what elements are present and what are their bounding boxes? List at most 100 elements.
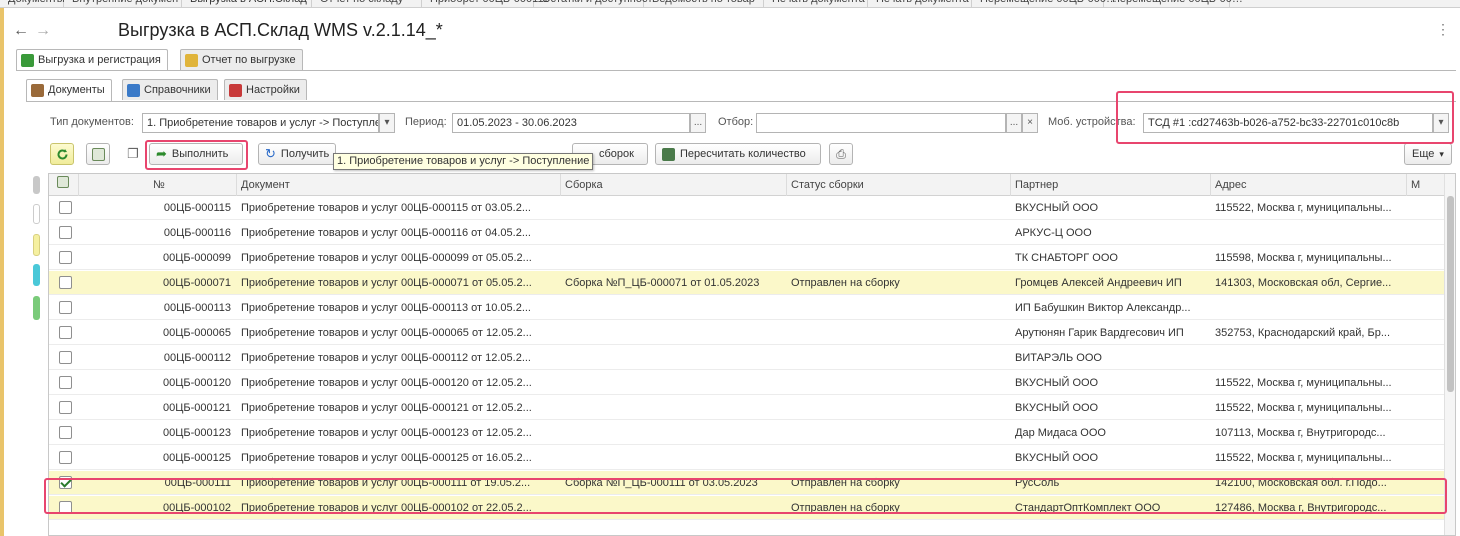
- tab-label: Документы: [48, 84, 105, 96]
- tab-export-report[interactable]: Отчет по выгрузке: [180, 49, 303, 70]
- row-checkbox[interactable]: [59, 301, 72, 314]
- doc-type-tooltip: 1. Приобретение товаров и услуг -> Посту…: [333, 153, 594, 170]
- cell-assembly: [561, 346, 787, 370]
- table-row[interactable]: 00ЦБ-000099 Приобретение товаров и услуг …: [49, 246, 1445, 270]
- column-number[interactable]: №: [79, 174, 237, 196]
- window-tab[interactable]: Перемещение 00ЦБ-00…: [1104, 0, 1243, 7]
- table-row[interactable]: 00ЦБ-000116 Приобретение товаров и услуг …: [49, 221, 1445, 245]
- tab-export-registration[interactable]: Выгрузка и регистрация: [16, 49, 168, 71]
- row-checkbox[interactable]: [59, 226, 72, 239]
- table-row[interactable]: 00ЦБ-000121 Приобретение товаров и услуг …: [49, 396, 1445, 420]
- print-button[interactable]: ⎙: [829, 143, 853, 165]
- window-tab[interactable]: Перемещение 00ЦБ-000…: [972, 0, 1117, 7]
- cell-partner: Дар Мидаса ООО: [1015, 427, 1106, 439]
- table-row[interactable]: 00ЦБ-000115 Приобретение товаров и услуг …: [49, 196, 1445, 220]
- column-assembly-status[interactable]: Статус сборки: [787, 174, 1011, 196]
- cell-number: 00ЦБ-000111: [164, 477, 231, 489]
- column-address[interactable]: Адрес: [1211, 174, 1407, 196]
- window-tab[interactable]: Остатки и доступност: [534, 0, 652, 7]
- report-icon: [185, 53, 198, 67]
- table-row[interactable]: 00ЦБ-000123 Приобретение товаров и услуг …: [49, 421, 1445, 445]
- receive-button[interactable]: ↻ Получить: [258, 143, 336, 165]
- window-tab[interactable]: Внутренние докумен: [64, 0, 182, 7]
- row-checkbox[interactable]: [59, 401, 72, 414]
- cell-assembly-status: [787, 371, 1011, 395]
- table-row[interactable]: 00ЦБ-000113 Приобретение товаров и услуг …: [49, 296, 1445, 320]
- tab-label: Настройки: [246, 83, 300, 96]
- doc-type-label: Тип документов:: [50, 116, 134, 128]
- more-button[interactable]: Еще ▾: [1404, 143, 1452, 165]
- column-m[interactable]: М: [1407, 174, 1445, 196]
- cell-number: 00ЦБ-000113: [163, 302, 231, 314]
- doc-type-select[interactable]: 1. Приобретение товаров и услуг -> Посту…: [142, 113, 379, 133]
- row-checkbox[interactable]: [59, 426, 72, 439]
- indicator-green: [33, 296, 40, 320]
- cell-partner: ВКУСНЫЙ ООО: [1015, 402, 1099, 414]
- window-tab[interactable]: Документы: [0, 0, 65, 7]
- table-row[interactable]: 00ЦБ-000102 Приобретение товаров и услуг …: [49, 496, 1445, 520]
- window-tab[interactable]: Ведомость по товар: [644, 0, 764, 7]
- table-row[interactable]: 00ЦБ-000111 Приобретение товаров и услуг …: [49, 471, 1445, 495]
- table-row[interactable]: 00ЦБ-000071 Приобретение товаров и услуг …: [49, 271, 1445, 295]
- column-assembly[interactable]: Сборка: [561, 174, 787, 196]
- execute-button[interactable]: ➦ Выполнить: [149, 143, 243, 165]
- more-vertical-icon[interactable]: ⋮: [1436, 21, 1450, 38]
- forward-arrow-icon[interactable]: →: [34, 23, 52, 41]
- filter-clear-button[interactable]: ×: [1022, 113, 1038, 133]
- documents-table[interactable]: № Документ Сборка Статус сборки Партнер …: [48, 173, 1456, 536]
- row-checkbox[interactable]: [59, 451, 72, 464]
- recalc-quantity-button[interactable]: Пересчитать количество: [655, 143, 821, 165]
- table-row[interactable]: 00ЦБ-000120 Приобретение товаров и услуг …: [49, 371, 1445, 395]
- doc-type-dropdown-button[interactable]: ▾: [379, 113, 395, 133]
- row-checkbox[interactable]: [59, 476, 72, 489]
- cell-address: 115598, Москва г, муниципальны...: [1215, 252, 1392, 264]
- back-arrow-icon[interactable]: ←: [12, 23, 30, 41]
- column-document[interactable]: Документ: [237, 174, 561, 196]
- tab-label: Справочники: [144, 83, 211, 96]
- table-row[interactable]: 00ЦБ-000112 Приобретение товаров и услуг …: [49, 346, 1445, 370]
- window-tab[interactable]: Приобрет 00ЦБ-000111: [422, 0, 549, 7]
- window-tab[interactable]: Отчет по складу: [312, 0, 422, 7]
- refresh-button[interactable]: [50, 143, 74, 165]
- row-checkbox[interactable]: [59, 251, 72, 264]
- column-partner[interactable]: Партнер: [1011, 174, 1211, 196]
- row-checkbox[interactable]: [59, 501, 72, 514]
- tab-documents[interactable]: Документы: [26, 79, 112, 101]
- recalc-icon: [662, 147, 675, 161]
- cell-document: Приобретение товаров и услуг 00ЦБ-000112…: [241, 352, 531, 364]
- filter-select-button[interactable]: ...: [1006, 113, 1022, 133]
- select-all-column[interactable]: [49, 174, 79, 196]
- tab-label: Отчет по выгрузке: [202, 53, 296, 66]
- device-select[interactable]: ТСД #1 :cd27463b-b026-a752-bc33-22701c01…: [1143, 113, 1433, 133]
- tab-directories[interactable]: Справочники: [122, 79, 218, 100]
- arrow-right-icon: ➦: [156, 146, 167, 161]
- table-row[interactable]: 00ЦБ-000065 Приобретение товаров и услуг …: [49, 321, 1445, 345]
- tab-settings[interactable]: Настройки: [224, 79, 307, 100]
- vertical-scrollbar[interactable]: [1444, 174, 1455, 535]
- device-dropdown-button[interactable]: ▾: [1433, 113, 1449, 133]
- period-select-button[interactable]: ...: [690, 113, 706, 133]
- window-tab[interactable]: Печать документа: [764, 0, 868, 7]
- window-tab[interactable]: Выгрузка в АСП.Склад: [182, 0, 312, 7]
- period-input[interactable]: 01.05.2023 - 30.06.2023: [452, 113, 690, 133]
- scrollbar-thumb[interactable]: [1447, 196, 1454, 392]
- left-accent-bar: [0, 8, 4, 536]
- assemblies-label: сборок: [599, 148, 634, 160]
- row-checkbox[interactable]: [59, 376, 72, 389]
- row-checkbox[interactable]: [59, 201, 72, 214]
- execute-label: Выполнить: [171, 148, 229, 160]
- cell-address: 115522, Москва г, муниципальны...: [1215, 402, 1392, 414]
- row-checkbox[interactable]: [59, 276, 72, 289]
- filter-input[interactable]: [756, 113, 1006, 133]
- row-checkbox[interactable]: [59, 351, 72, 364]
- tab-divider: [16, 70, 1456, 71]
- window-tab[interactable]: Печать документа: [868, 0, 972, 7]
- copy-button[interactable]: ❐: [121, 143, 145, 165]
- cell-address: 115522, Москва г, муниципальны...: [1215, 377, 1392, 389]
- cell-partner: ТК СНАБТОРГ ООО: [1015, 252, 1118, 264]
- table-row[interactable]: 00ЦБ-000125 Приобретение товаров и услуг …: [49, 446, 1445, 470]
- printer-icon: ⎙: [836, 147, 846, 161]
- export-green-icon: [21, 54, 34, 67]
- register-button[interactable]: [86, 143, 110, 165]
- row-checkbox[interactable]: [59, 326, 72, 339]
